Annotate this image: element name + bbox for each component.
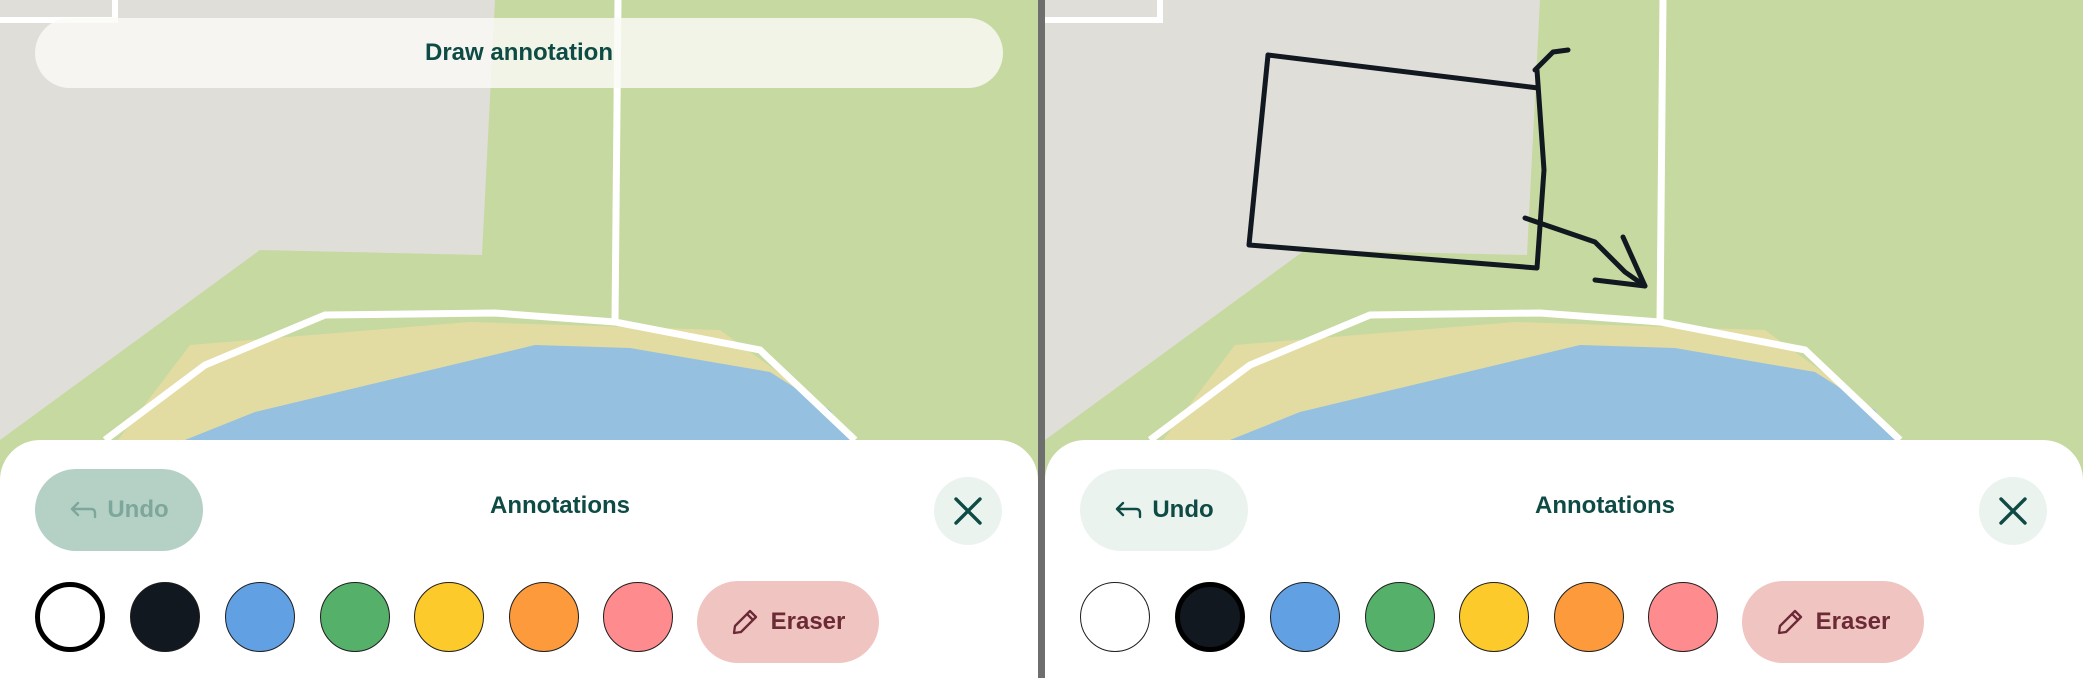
panel-title: Annotations bbox=[490, 492, 630, 519]
annotation-screen-before: Draw annotation Undo Annotations Eraser bbox=[0, 0, 1038, 678]
color-swatch-blue[interactable] bbox=[225, 582, 295, 652]
color-swatch-pink[interactable] bbox=[603, 582, 673, 652]
eraser-label: Eraser bbox=[1815, 608, 1891, 635]
color-swatch-orange[interactable] bbox=[509, 582, 579, 652]
eraser-label: Eraser bbox=[770, 608, 846, 635]
pencil-icon bbox=[1777, 609, 1802, 635]
color-swatch-orange[interactable] bbox=[1554, 582, 1624, 652]
divider bbox=[1038, 0, 1045, 678]
color-swatch-blue[interactable] bbox=[1270, 582, 1340, 652]
eraser-button[interactable]: Eraser bbox=[697, 581, 879, 663]
annotation-panel: Undo Annotations Eraser bbox=[1045, 440, 2083, 678]
undo-arrow-icon bbox=[71, 501, 97, 519]
color-swatch-yellow[interactable] bbox=[1459, 582, 1529, 652]
color-swatch-pink[interactable] bbox=[1648, 582, 1718, 652]
undo-label: Undo bbox=[1152, 496, 1214, 523]
undo-button[interactable]: Undo bbox=[35, 469, 203, 551]
close-button[interactable] bbox=[1979, 477, 2047, 545]
undo-label: Undo bbox=[107, 496, 169, 523]
eraser-button[interactable]: Eraser bbox=[1742, 581, 1924, 663]
pencil-icon bbox=[732, 609, 757, 635]
undo-button[interactable]: Undo bbox=[1080, 469, 1248, 551]
color-swatch-green[interactable] bbox=[1365, 582, 1435, 652]
color-swatch-white[interactable] bbox=[35, 582, 105, 652]
close-button[interactable] bbox=[934, 477, 1002, 545]
annotation-screen-after: Undo Annotations Eraser bbox=[1045, 0, 2083, 678]
close-x-icon bbox=[1999, 497, 2027, 525]
draw-annotation-banner: Draw annotation bbox=[35, 18, 1003, 88]
undo-arrow-icon bbox=[1116, 501, 1142, 519]
color-swatch-white[interactable] bbox=[1080, 582, 1150, 652]
map-view[interactable] bbox=[1045, 0, 2083, 440]
color-swatch-green[interactable] bbox=[320, 582, 390, 652]
close-x-icon bbox=[954, 497, 982, 525]
color-swatch-black[interactable] bbox=[1175, 582, 1245, 652]
annotation-panel: Undo Annotations Eraser bbox=[0, 440, 1038, 678]
color-swatch-yellow[interactable] bbox=[414, 582, 484, 652]
panel-title: Annotations bbox=[1535, 492, 1675, 519]
color-swatch-black[interactable] bbox=[130, 582, 200, 652]
